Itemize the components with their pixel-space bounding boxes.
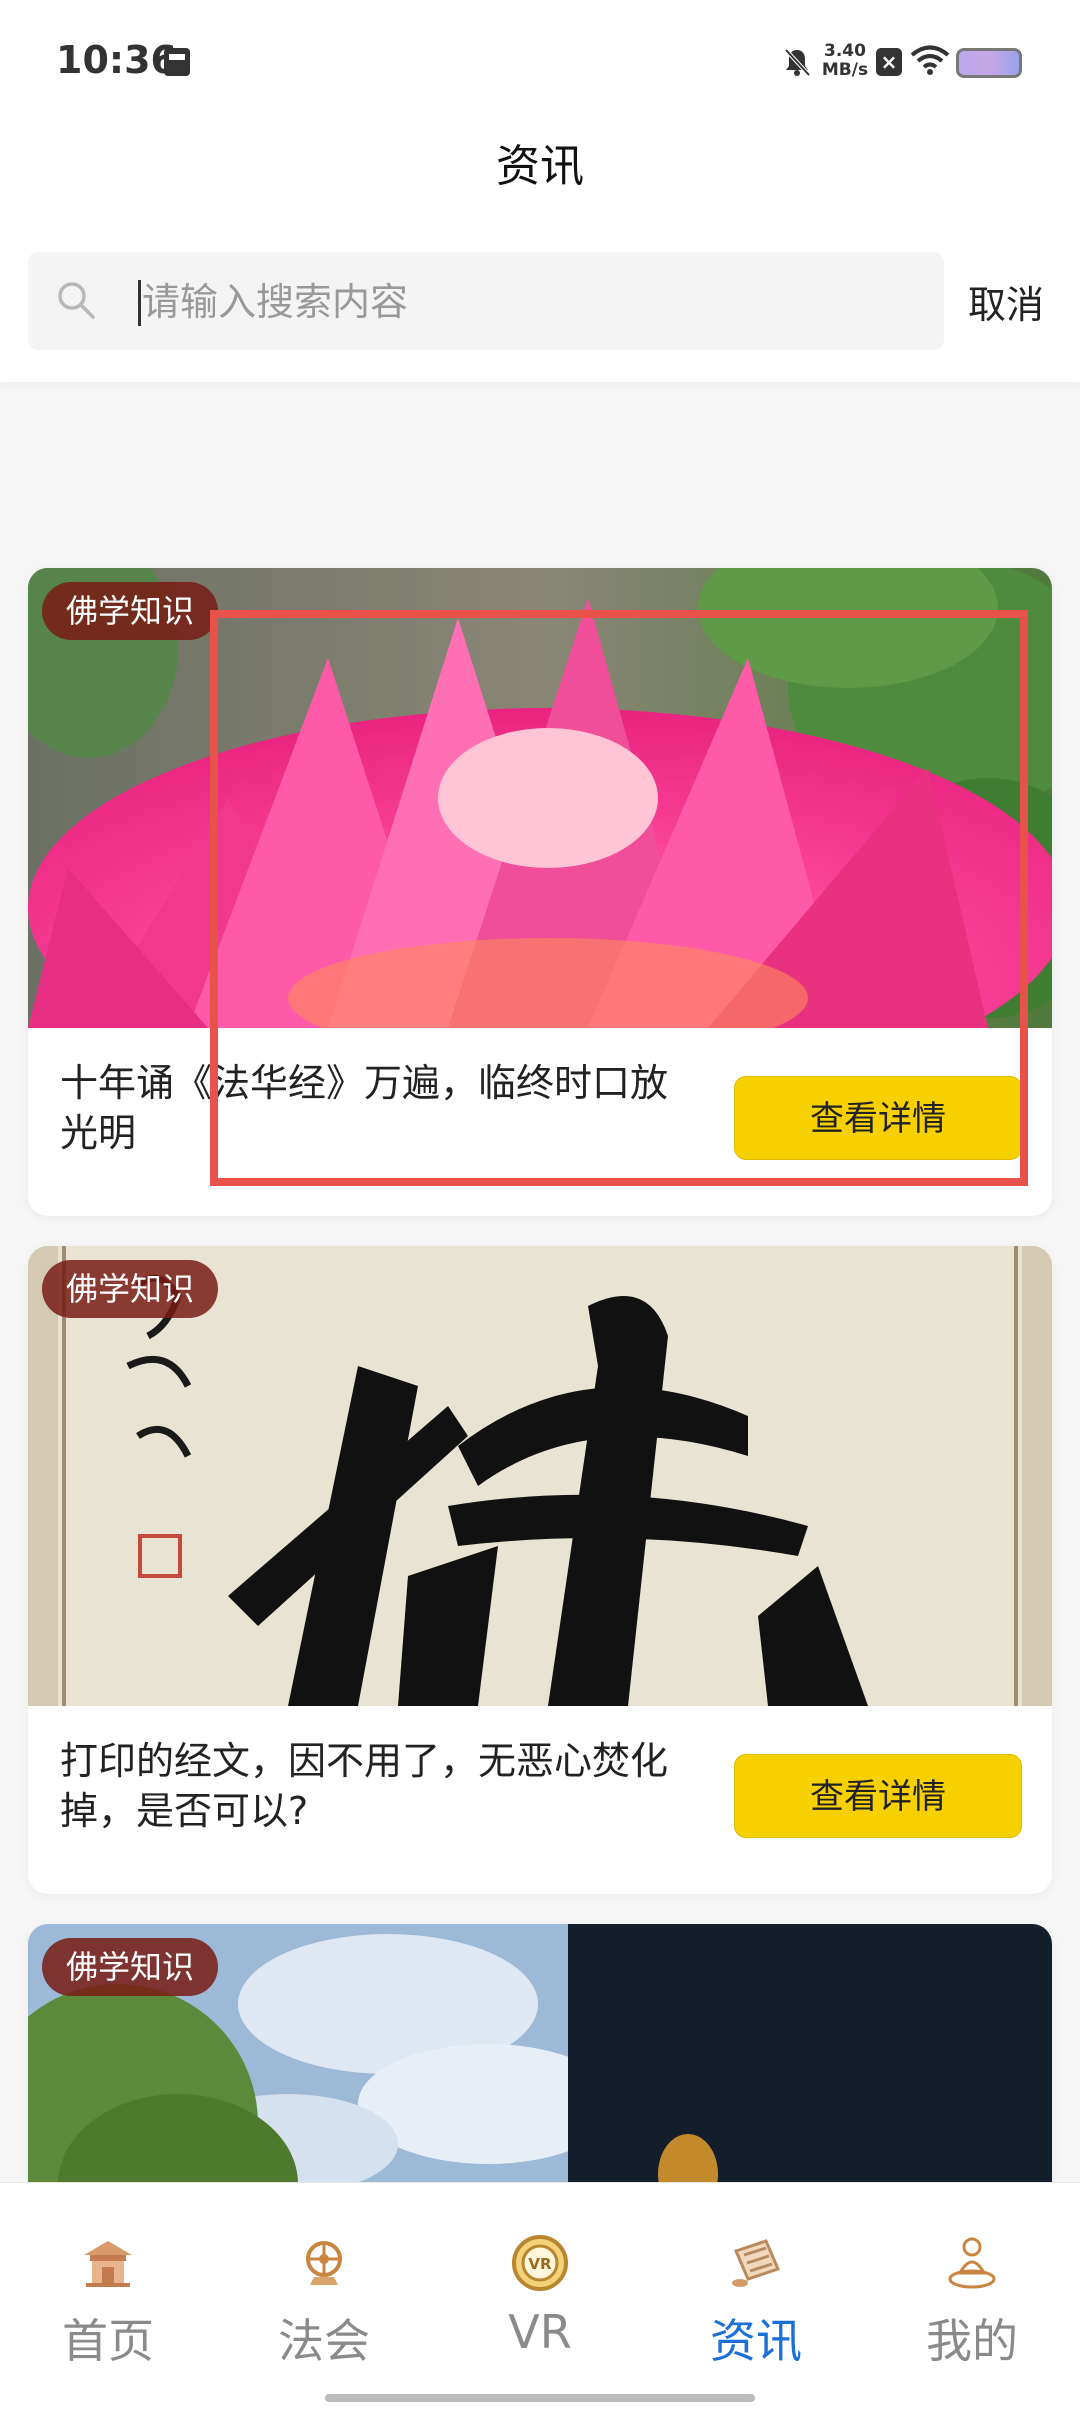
network-speed-unit: MB/s	[821, 60, 869, 80]
category-tag: 佛学知识	[42, 1260, 219, 1318]
dharma-wheel-icon	[306, 2241, 342, 2285]
nav-item-home[interactable]: 首页	[0, 2183, 216, 2368]
home-indicator	[325, 2394, 755, 2402]
category-tag: 佛学知识	[42, 582, 219, 640]
nav-label: 首页	[62, 2314, 154, 2368]
close-box-icon: ×	[876, 48, 902, 76]
nav-label: VR	[508, 2305, 572, 2359]
nav-label: 法会	[278, 2314, 370, 2368]
battery-icon	[956, 48, 1022, 78]
page-title: 资讯	[496, 141, 584, 192]
status-time: 10:36	[56, 38, 177, 82]
news-card[interactable]: 佛学知识	[28, 1924, 1052, 2224]
temple-icon	[84, 2241, 132, 2287]
category-tag: 佛学知识	[42, 1938, 219, 1996]
wifi-icon	[910, 45, 950, 75]
news-card[interactable]: 佛学知识 打印的经文，因不用了，无恶心焚化掉，是否可以? 查看详情	[28, 1246, 1052, 1894]
nav-item-profile[interactable]: 我的	[864, 2183, 1080, 2368]
bottom-nav: 首页 法会 VR VR 资讯 我的	[0, 2182, 1080, 2409]
card-title[interactable]: 打印的经文，因不用了，无恶心焚化掉，是否可以?	[60, 1736, 700, 1836]
nav-label: 资讯	[710, 2314, 802, 2368]
view-details-button[interactable]: 查看详情	[734, 1754, 1022, 1838]
nav-item-dharma-assembly[interactable]: 法会	[216, 2183, 432, 2368]
nav-item-news[interactable]: 资讯	[648, 2183, 864, 2368]
vr-icon: VR	[512, 2235, 568, 2291]
search-icon	[58, 282, 95, 319]
search-input[interactable]	[142, 270, 922, 334]
scroll-icon	[732, 2239, 781, 2287]
network-speed: 3.40 MB/s	[820, 42, 870, 80]
highlight-box	[210, 610, 1028, 1186]
meditation-icon	[948, 2237, 996, 2289]
text-cursor	[138, 280, 141, 326]
sim-card-icon	[164, 48, 190, 76]
network-speed-value: 3.40	[824, 41, 866, 61]
status-bar: 10:36 3.40 MB/s ×	[0, 0, 1080, 120]
nav-label: 我的	[926, 2314, 1018, 2368]
cancel-button[interactable]: 取消	[968, 274, 1044, 329]
svg-text:VR: VR	[528, 2255, 552, 2273]
nav-item-vr[interactable]: VR VR	[432, 2183, 648, 2363]
mute-bell-icon	[784, 48, 811, 77]
